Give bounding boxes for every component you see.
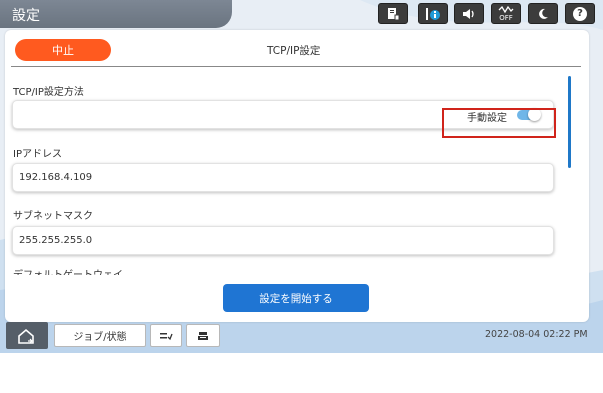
help-glyph: ? [573, 6, 587, 21]
home-button[interactable] [6, 322, 48, 349]
ip-address-value: 192.168.4.109 [19, 172, 93, 183]
page-title: 設定 [12, 8, 40, 24]
subnet-mask-value: 255.255.255.0 [19, 235, 93, 246]
subnet-mask-label: サブネットマスク [13, 211, 93, 222]
gateway-label-clip: デフォルトゲートウェイ [13, 266, 553, 275]
title-bar: 設定 [0, 0, 232, 28]
datetime: 2022-08-04 02:22 PM [485, 329, 588, 340]
sleep-moon-icon[interactable] [528, 3, 558, 24]
subnet-mask-field[interactable]: 255.255.255.0 [12, 226, 554, 255]
header-divider [11, 66, 581, 67]
job-list-icon [160, 332, 173, 340]
default-gateway-label: デフォルトゲートウェイ [13, 266, 123, 275]
tcpip-method-label: TCP/IP設定方法 [13, 87, 84, 98]
wifi-off-text: OFF [499, 13, 513, 22]
printer-icon [198, 331, 208, 340]
help-icon[interactable]: ? [565, 3, 595, 24]
ip-address-field[interactable]: 192.168.4.109 [12, 163, 554, 192]
highlight-annotation [442, 108, 556, 138]
home-icon [18, 328, 34, 344]
volume-icon[interactable] [454, 3, 484, 24]
printer-queue-button[interactable] [186, 324, 220, 347]
start-setup-button[interactable]: 設定を開始する [223, 284, 369, 312]
job-list-button[interactable] [150, 324, 182, 347]
scrollbar[interactable] [568, 76, 571, 168]
job-status-button[interactable]: ジョブ/状態 [54, 324, 146, 347]
printer-status-icon[interactable] [378, 3, 408, 24]
info-icon[interactable] [418, 3, 448, 24]
screen-title: TCP/IP設定 [267, 45, 321, 57]
ip-address-label: IPアドレス [13, 149, 62, 160]
bottom-bar: ジョブ/状態 2022-08-04 02:22 PM [0, 322, 603, 353]
settings-panel: 中止 TCP/IP設定 TCP/IP設定方法 手動設定 IPアドレス 192.1… [5, 30, 589, 322]
wifi-off-icon[interactable]: OFF [491, 3, 521, 24]
printer-screen: 設定 OFF ? 中止 TCP/IP設定 TCP/IP設定方法 手動設定 IPア… [0, 0, 603, 353]
stop-button[interactable]: 中止 [15, 39, 111, 61]
